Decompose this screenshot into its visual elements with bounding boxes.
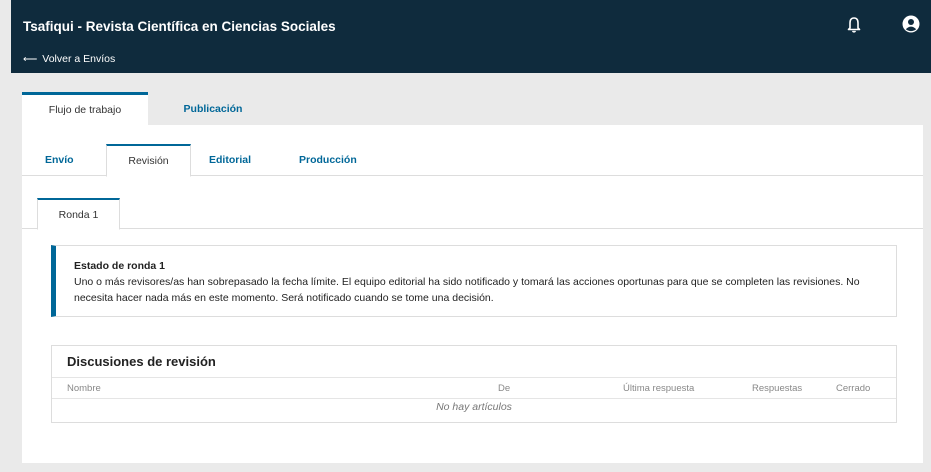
back-arrow-icon: ⟵: [23, 54, 38, 65]
review-discussions: Discusiones de revisión Nombre De Última…: [51, 345, 897, 423]
column-closed[interactable]: Cerrado: [836, 383, 870, 394]
tab-submission[interactable]: Envío: [45, 144, 74, 176]
app-header: Tsafiqui - Revista Científica en Ciencia…: [11, 0, 931, 73]
tab-round-1[interactable]: Ronda 1: [37, 198, 120, 230]
tab-review[interactable]: Revisión: [106, 144, 191, 177]
stage-tabs: Envío Revisión Editorial Producción: [22, 144, 923, 177]
workflow-panel: Envío Revisión Editorial Producción Rond…: [22, 125, 923, 463]
tab-production[interactable]: Producción: [299, 144, 357, 176]
column-replies[interactable]: Respuestas: [752, 383, 802, 394]
back-link-label: Volver a Envíos: [42, 53, 116, 65]
bell-icon[interactable]: [843, 13, 865, 35]
user-circle-icon[interactable]: [900, 13, 922, 35]
round-status-notice: Estado de ronda 1 Uno o más revisores/as…: [51, 245, 897, 317]
notice-title: Estado de ronda 1: [74, 260, 166, 272]
column-from[interactable]: De: [498, 383, 510, 394]
discussions-title: Discusiones de revisión: [67, 354, 216, 369]
tab-publication[interactable]: Publicación: [168, 92, 258, 126]
column-last-reply[interactable]: Última respuesta: [623, 383, 694, 394]
notice-text: Uno o más revisores/as han sobrepasado l…: [74, 276, 860, 304]
round-tabs: Ronda 1: [22, 198, 923, 230]
journal-title[interactable]: Tsafiqui - Revista Científica en Ciencia…: [23, 19, 336, 34]
discussions-table-header: Nombre De Última respuesta Respuestas Ce…: [52, 377, 896, 399]
back-to-submissions-link[interactable]: ⟵ Volver a Envíos: [23, 53, 115, 65]
column-name[interactable]: Nombre: [67, 383, 101, 394]
tab-copyediting[interactable]: Editorial: [209, 144, 251, 176]
tab-workflow[interactable]: Flujo de trabajo: [22, 92, 148, 126]
empty-message: No hay artículos: [436, 401, 512, 413]
